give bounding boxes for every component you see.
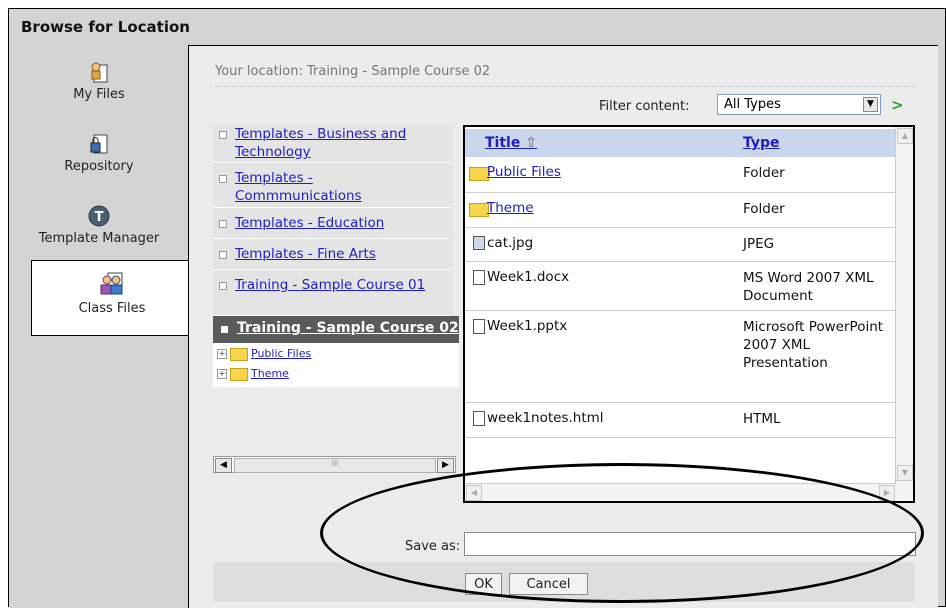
save-as-label: Save as: [405,539,461,554]
filter-select[interactable]: All Types ▼ [717,94,881,115]
subtree-item-label[interactable]: Public Files [251,347,311,360]
file-name[interactable]: Week1.pptx [487,318,567,334]
template-manager-icon: T [88,205,110,227]
file-name[interactable]: Theme [487,200,534,216]
class-files-icon [100,272,123,295]
main-panel: Your location: Training - Sample Course … [188,45,938,608]
scroll-left-icon[interactable]: ◀ [215,458,232,473]
file-type: HTML [743,411,781,427]
location-divider [215,86,915,87]
subtree-item-label[interactable]: Theme [251,367,289,380]
file-type: MS Word 2007 XML Document [743,270,874,304]
tree-item[interactable]: Templates - Commmunications [213,163,451,208]
file-type: Folder [743,201,785,217]
file-type: JPEG [743,236,775,252]
scroll-up-icon[interactable]: ▲ [897,128,913,144]
document-file-icon [473,270,485,285]
table-row[interactable]: cat.jpg JPEG [465,228,897,262]
scroll-right-icon[interactable]: ▶ [437,458,454,473]
button-bar: OK Cancel [213,562,915,602]
tree-node-icon [219,220,227,228]
tree-item-label[interactable]: Templates - Education [235,214,384,232]
nav-label: My Files [73,87,125,102]
file-name[interactable]: week1notes.html [487,410,604,426]
tree-item[interactable]: Templates - Business and Technology [213,125,451,163]
folder-icon [230,347,248,361]
tree-item-selected[interactable]: Training - Sample Course 02 [213,316,459,343]
file-type: Folder [743,165,785,181]
go-arrow-icon[interactable]: > [891,96,904,114]
file-name[interactable]: Public Files [487,164,561,180]
folder-icon [230,367,248,381]
tree-item[interactable]: Training - Sample Course 01 [213,270,451,316]
folder-tree: Templates - Business and Technology Temp… [213,125,459,387]
repository-icon [90,134,108,154]
table-row[interactable]: week1notes.html HTML [465,403,897,438]
tree-item[interactable]: Templates - Fine Arts [213,239,451,270]
table-vertical-scrollbar[interactable]: ▲ ▼ [895,127,913,501]
tree-node-icon [219,251,227,259]
cancel-button[interactable]: Cancel [509,573,588,595]
tree-item-label[interactable]: Training - Sample Course 02 [237,320,459,336]
table-row[interactable]: Public Files Folder [465,157,897,193]
tree-item-label[interactable]: Training - Sample Course 01 [235,276,445,294]
nav-my-files[interactable]: My Files [9,59,189,102]
tree-node-icon [219,175,227,183]
browse-dialog: Browse for Location My Files Repository … [8,8,946,608]
save-as-input[interactable] [464,532,916,556]
nav-class-files[interactable]: Class Files [31,260,192,336]
subtree-item[interactable]: + Theme [217,367,289,381]
svg-text:T: T [95,210,104,225]
expand-icon[interactable]: + [217,369,227,379]
scroll-thumb[interactable]: III [234,458,436,473]
chevron-down-icon[interactable]: ▼ [863,97,878,112]
tree-item-label[interactable]: Templates - Business and Technology [235,125,445,161]
document-file-icon [473,411,485,426]
tree-node-icon [219,131,227,139]
scroll-left-icon[interactable]: ◀ [466,485,482,501]
column-title[interactable]: Title ⇧ [485,135,537,151]
title-bar: Browse for Location [9,9,945,45]
file-name[interactable]: cat.jpg [487,235,533,251]
dialog-title: Browse for Location [21,18,190,36]
sort-ascending-icon: ⇧ [525,135,537,151]
tree-node-icon [221,326,228,333]
expand-icon[interactable]: + [217,349,227,359]
tree-item[interactable]: Templates - Education [213,208,451,239]
filter-value: All Types [724,97,781,112]
filter-label: Filter content: [599,99,690,114]
table-row[interactable]: Week1.pptx Microsoft PowerPoint 2007 XML… [465,311,897,403]
table-header: Title ⇧ Type [465,129,897,157]
nav-label: Template Manager [38,231,160,246]
file-type: Microsoft PowerPoint 2007 XML Presentati… [743,319,884,371]
subtree: + Public Files + Theme [213,343,459,387]
tree-node-icon [219,282,227,290]
nav-label: Repository [64,159,134,174]
scroll-down-icon[interactable]: ▼ [897,465,913,481]
folder-icon [469,203,489,217]
document-file-icon [473,319,485,334]
nav-repository[interactable]: Repository [9,131,189,174]
table-row[interactable]: Theme Folder [465,193,897,228]
tree-item-label[interactable]: Templates - Fine Arts [235,245,376,263]
ok-button[interactable]: OK [465,573,502,595]
my-files-icon [91,62,108,83]
table-row[interactable]: Week1.docx MS Word 2007 XML Document [465,262,897,311]
tree-item-label[interactable]: Templates - Commmunications [235,169,385,205]
folder-icon [469,167,489,181]
tree-horizontal-scrollbar[interactable]: ◀ III ▶ [213,456,456,473]
nav-template-manager[interactable]: T Template Manager [9,203,189,246]
scroll-right-icon[interactable]: ▶ [879,485,895,501]
subtree-item[interactable]: + Public Files [217,347,311,361]
image-file-icon [473,236,485,250]
file-name[interactable]: Week1.docx [487,269,569,285]
file-table: Title ⇧ Type Public Files Folder Theme F… [463,125,915,503]
column-type[interactable]: Type [743,135,780,151]
nav-label: Class Files [78,301,146,316]
table-horizontal-scrollbar[interactable]: ◀ ▶ [465,483,896,501]
current-location: Your location: Training - Sample Course … [215,64,491,79]
